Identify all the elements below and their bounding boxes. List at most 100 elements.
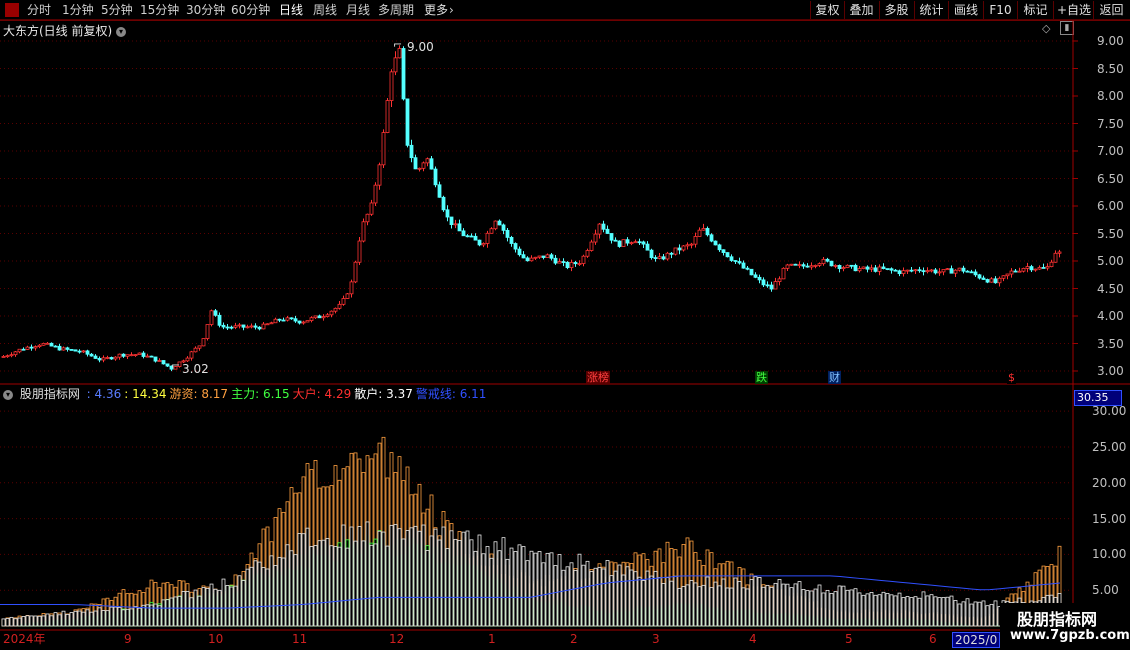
indicator-bar: [337, 546, 342, 627]
candle-body: [777, 278, 782, 282]
candle-body: [553, 257, 558, 264]
candle-body: [913, 269, 918, 272]
candle-body: [601, 223, 606, 230]
event-tag-finance[interactable]: 财: [828, 371, 841, 384]
candle-body: [569, 262, 574, 268]
candle-body: [441, 196, 446, 211]
indicator-bar: [693, 582, 698, 627]
candle-body: [965, 270, 970, 273]
price-tick-label: 7.00: [1097, 144, 1124, 158]
candle-body: [365, 213, 370, 223]
indicator-value-4: 大户: 4.29: [293, 387, 352, 401]
indicator-value-number: 14.34: [132, 387, 167, 401]
indicator-bar: [833, 591, 838, 627]
indicator-bar: [777, 579, 782, 627]
indicator-tick-label: 5.00: [1092, 583, 1119, 598]
indicator-bar: [629, 569, 634, 627]
indicator-bar: [613, 570, 618, 627]
candle-body: [225, 326, 230, 329]
indicator-bar: [885, 593, 890, 627]
candle-body: [221, 324, 226, 328]
indicator-bar: [737, 580, 742, 627]
candle-body: [1033, 268, 1038, 271]
indicator-bar: [45, 613, 50, 627]
candle-body: [561, 261, 566, 263]
indicator-bar: [717, 585, 722, 627]
candle-body: [29, 346, 34, 349]
candle-body: [25, 346, 30, 350]
indicator-bar: [113, 606, 118, 627]
candle-body: [473, 235, 478, 241]
candle-body: [985, 279, 990, 283]
candle-body: [377, 164, 382, 186]
indicator-bar: [565, 566, 570, 627]
event-tag-fall[interactable]: 跌: [755, 371, 768, 384]
indicator-bar: [405, 530, 410, 627]
indicator-bar: [245, 568, 250, 627]
indicator-bar: [713, 581, 718, 627]
indicator-bar: [769, 587, 774, 627]
candle-body: [297, 320, 302, 324]
event-tag-limit-up[interactable]: 涨榜: [586, 371, 610, 384]
indicator-bar: [169, 597, 174, 627]
candle-body: [133, 354, 138, 357]
candle-body: [861, 266, 866, 269]
indicator-bar: [569, 562, 574, 627]
candle-body: [677, 247, 682, 251]
indicator-bar: [605, 560, 610, 627]
month-label: 10: [208, 632, 224, 646]
indicator-value-0: : 4.36: [87, 387, 122, 401]
candle-body: [929, 269, 934, 272]
candle-body: [837, 265, 842, 270]
candle-body: [277, 318, 282, 321]
indicator-bar: [981, 600, 986, 627]
candle-body: [5, 355, 10, 358]
candle-body: [741, 262, 746, 269]
candle-body: [937, 271, 942, 274]
candle-body: [349, 281, 354, 295]
candle-body: [665, 252, 670, 260]
candle-body: [833, 265, 838, 267]
candle-body: [709, 234, 714, 242]
candle-body: [945, 268, 950, 271]
candle-body: [429, 158, 434, 170]
indicator-bar: [925, 595, 930, 627]
indicator-value-5: 散户: 3.37: [354, 387, 413, 401]
indicator-bar: [665, 577, 670, 627]
price-tick-label: 9.00: [1097, 34, 1124, 48]
candle-body: [493, 220, 498, 230]
candle-body: [353, 261, 358, 283]
indicator-bar: [449, 530, 454, 627]
candle-body: [77, 350, 82, 353]
candle-body: [1053, 252, 1058, 263]
indicator-bar: [481, 553, 486, 627]
candle-body: [405, 98, 410, 146]
candle-body: [1029, 266, 1034, 271]
indicator-bar: [49, 615, 54, 627]
indicator-bar: [525, 560, 530, 627]
candle-body: [905, 269, 910, 272]
indicator-bar: [945, 596, 950, 627]
indicator-bar: [189, 597, 194, 627]
indicator-bar: [773, 582, 778, 627]
candle-body: [417, 167, 422, 170]
indicator-bar: [721, 578, 726, 627]
candle-body: [445, 209, 450, 218]
indicator-bar: [701, 584, 706, 627]
candle-body: [961, 267, 966, 272]
candle-body: [657, 256, 662, 259]
indicator-bar: [725, 587, 730, 627]
indicator-bar: [389, 524, 394, 627]
candle-body: [461, 230, 466, 237]
event-tag-dollar[interactable]: $: [1007, 371, 1016, 384]
indicator-bar: [909, 597, 914, 627]
price-tick-label: 4.00: [1097, 309, 1124, 323]
candle-body: [565, 261, 570, 268]
price-tick-label: 7.50: [1097, 116, 1124, 131]
candle-body: [1057, 251, 1062, 254]
indicator-bar: [785, 583, 790, 627]
chevron-down-icon[interactable]: ▾: [3, 389, 13, 400]
indicator-bar: [985, 605, 990, 627]
candle-body: [61, 347, 66, 351]
indicator-bar: [117, 607, 122, 627]
